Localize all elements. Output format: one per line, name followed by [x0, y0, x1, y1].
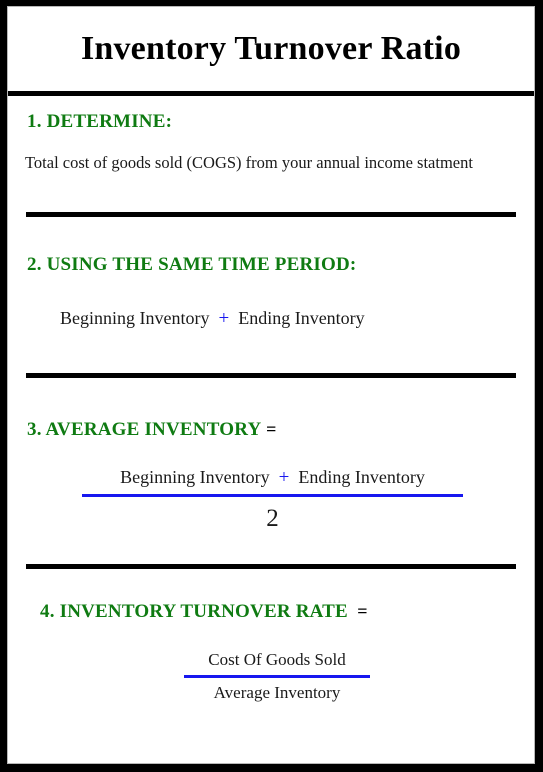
- section-3-heading-label: 3. AVERAGE INVENTORY: [27, 419, 262, 440]
- section-2-term-right: Ending Inventory: [238, 308, 365, 328]
- section-3-fraction: Beginning Inventory + Ending Inventory 2: [82, 466, 463, 534]
- section-4-equals: =: [357, 601, 368, 621]
- divider-rule-1: [26, 212, 516, 217]
- section-3-heading: 3. AVERAGE INVENTORY =: [8, 419, 277, 441]
- section-1-body-text: Total cost of goods sold (COGS) from you…: [25, 153, 473, 172]
- poster-body: 1. DETERMINE: Total cost of goods sold (…: [8, 96, 534, 763]
- section-4-denominator: Average Inventory: [213, 683, 341, 703]
- section-1-body-row: Total cost of goods sold (COGS) from you…: [8, 153, 473, 173]
- section-3-numerator-right: Ending Inventory: [298, 467, 425, 487]
- plus-icon: +: [278, 467, 290, 488]
- section-3-denominator: 2: [266, 504, 279, 532]
- section-4-heading-label: 4. INVENTORY TURNOVER RATE: [40, 601, 348, 622]
- divider-rule-2: [26, 373, 516, 378]
- section-4-heading: 4. INVENTORY TURNOVER RATE =: [21, 601, 368, 623]
- section-2-heading: 2. USING THE SAME TIME PERIOD:: [27, 254, 357, 275]
- poster-inner: Inventory Turnover Ratio 1. DETERMINE: T…: [7, 6, 535, 764]
- section-4-fraction-bar: [184, 675, 370, 679]
- section-2-expression-row: Beginning Inventory + Ending Inventory: [60, 308, 365, 331]
- section-4-fraction: Cost Of Goods Sold Average Inventory: [184, 649, 370, 704]
- poster-frame: Inventory Turnover Ratio 1. DETERMINE: T…: [0, 0, 543, 772]
- section-3-heading-row: 3. AVERAGE INVENTORY =: [8, 419, 277, 441]
- section-3-numerator: Beginning Inventory + Ending Inventory: [120, 466, 425, 490]
- section-3-fraction-bar: [82, 493, 463, 497]
- section-2-heading-row: 2. USING THE SAME TIME PERIOD:: [8, 254, 356, 276]
- section-4-numerator: Cost Of Goods Sold: [208, 650, 346, 669]
- section-4-heading-row: 4. INVENTORY TURNOVER RATE =: [21, 601, 368, 623]
- section-3-numerator-left: Beginning Inventory: [120, 467, 270, 487]
- section-2-term-left: Beginning Inventory: [60, 308, 210, 328]
- section-2-expression: Beginning Inventory + Ending Inventory: [60, 308, 365, 331]
- section-3-equals: =: [266, 419, 277, 439]
- plus-icon: +: [218, 308, 230, 329]
- section-1-heading: 1. DETERMINE:: [27, 111, 173, 132]
- divider-rule-3: [26, 564, 516, 569]
- page-title: Inventory Turnover Ratio: [80, 30, 462, 67]
- section-1-heading-row: 1. DETERMINE:: [8, 111, 172, 133]
- title-band: Inventory Turnover Ratio: [8, 7, 534, 96]
